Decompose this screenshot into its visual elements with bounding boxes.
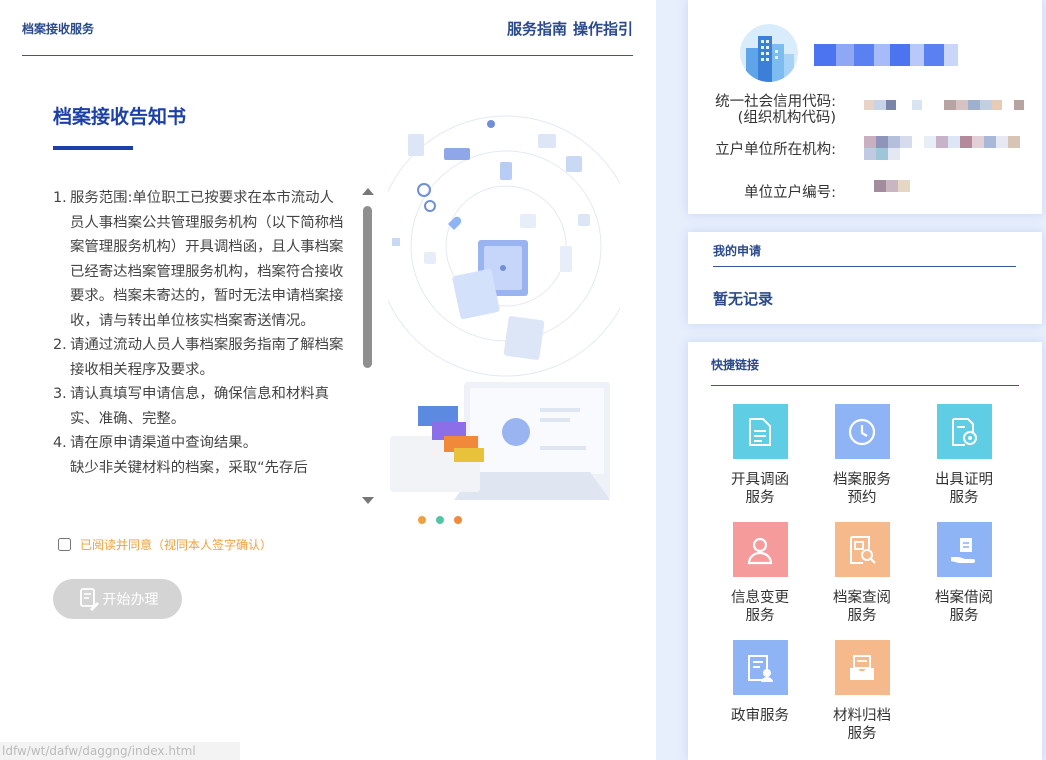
service-guide-link[interactable]: 服务指南 (507, 20, 567, 38)
quick-link-label: 档案借阅 服务 (935, 590, 993, 624)
quick-link-archive-query[interactable]: 档案查阅 服务 (814, 522, 910, 625)
quick-links-title: 快捷链接 (711, 358, 760, 372)
notice-extra-text: 缺少非关键材料的档案，采取“先存后 (70, 459, 308, 476)
notice-item-text: 请通过流动人员人事档案服务指南了解档案接收相关程序及要求。 (70, 337, 344, 378)
profile-card: 统一社会信用代码: (组织机构代码) 立户单位所在机构: 单位立户编号: (688, 0, 1042, 214)
divider (713, 266, 1016, 267)
quick-links-card: 快捷链接 开具调函 服务 档案服务 预约 出具证明 服务 信息变更 服务 档案查阅 服务 (688, 342, 1042, 760)
page-title: 档案接收服务 (22, 22, 95, 36)
quick-link-certificate[interactable]: 出具证明 服务 (916, 404, 1012, 507)
my-apply-card: 我的申请 暂无记录 (688, 232, 1042, 324)
scroll-down-arrow-icon[interactable] (362, 497, 374, 504)
review-icon (732, 640, 788, 695)
notice-item: 3. 请认真填写申请信息，确保信息和材料真实、准确、完整。 (53, 382, 346, 431)
quick-link-archive-borrow[interactable]: 档案借阅 服务 (916, 522, 1012, 625)
quick-link-label: 材料归档 服务 (833, 708, 891, 742)
quick-link-label: 出具证明 服务 (935, 472, 993, 506)
agree-label[interactable]: 已阅读并同意（视同本人签字确认） (80, 536, 272, 553)
redacted-unit-name (814, 44, 958, 66)
notice-item-number: 4. (53, 435, 67, 451)
unit-no-label: 单位立户编号: (744, 185, 836, 201)
notice-item-text: 请认真填写申请信息，确保信息和材料真实、准确、完整。 (70, 386, 330, 427)
archive-box-icon (834, 640, 890, 695)
notice-item: 1. 服务范围:单位职工已按要求在本市流动人员人事档案公共管理服务机构（以下简称… (53, 186, 346, 333)
agree-row: 已阅读并同意（视同本人签字确认） (58, 536, 272, 553)
no-record-text: 暂无记录 (713, 290, 774, 308)
main-panel: 档案接收服务 服务指南 操作指引 档案接收告知书 1. 服务范围:单位职工已按要求… (0, 0, 656, 760)
notice-item-number: 1. (53, 190, 67, 206)
notice-title: 档案接收告知书 (53, 106, 187, 128)
notice-item-text: 请在原申请渠道中查询结果。 (70, 435, 258, 451)
operation-guide-link[interactable]: 操作指引 (573, 20, 633, 38)
notice-text-box[interactable]: 1. 服务范围:单位职工已按要求在本市流动人员人事档案公共管理服务机构（以下简称… (53, 186, 346, 508)
credit-code-label: 统一社会信用代码: (组织机构代码) (715, 94, 836, 126)
archive-illustration (388, 115, 620, 524)
start-button-label: 开始办理 (102, 592, 159, 608)
status-url: ldfw/wt/dafw/daggng/index.html (0, 742, 240, 760)
quick-link-label: 开具调函 服务 (731, 472, 789, 506)
quick-link-label: 信息变更 服务 (731, 590, 789, 624)
quick-link-info-change[interactable]: 信息变更 服务 (712, 522, 808, 625)
scroll-up-arrow-icon[interactable] (362, 188, 374, 195)
notice-item-number: 2. (53, 337, 67, 353)
quick-link-archive-appointment[interactable]: 档案服务 预约 (814, 404, 910, 507)
agree-checkbox[interactable] (58, 538, 71, 551)
header-links: 服务指南 操作指引 (501, 18, 633, 39)
building-icon (740, 24, 798, 82)
notice-item: 2. 请通过流动人员人事档案服务指南了解档案接收相关程序及要求。 (53, 333, 346, 382)
certificate-icon (936, 404, 992, 459)
quick-link-material-archive[interactable]: 材料归档 服务 (814, 640, 910, 743)
divider (711, 385, 1019, 386)
my-apply-title: 我的申请 (713, 244, 762, 258)
user-icon (732, 522, 788, 577)
notice-item-text: 服务范围:单位职工已按要求在本市流动人员人事档案公共管理服务机构（以下简称档案管… (70, 190, 344, 329)
start-button[interactable]: 开始办理 (53, 579, 182, 619)
page-header: 档案接收服务 服务指南 操作指引 (22, 0, 633, 56)
title-underline (53, 146, 133, 150)
form-icon (79, 588, 99, 611)
redacted-credit-code (864, 100, 1024, 110)
quick-link-label: 政审服务 (731, 708, 789, 724)
redacted-unit-no (874, 180, 910, 192)
redacted-org (864, 136, 1024, 160)
file-search-icon (834, 522, 890, 577)
org-label: 立户单位所在机构: (715, 142, 836, 158)
document-icon (732, 404, 788, 459)
quick-link-transfer-letter[interactable]: 开具调函 服务 (712, 404, 808, 507)
notice-item: 4. 请在原申请渠道中查询结果。 (53, 431, 346, 456)
quick-link-label: 档案查阅 服务 (833, 590, 891, 624)
clock-icon (834, 404, 890, 459)
scroll-thumb[interactable] (363, 206, 372, 368)
notice-scrollbar[interactable] (361, 188, 375, 504)
quick-link-political-review[interactable]: 政审服务 (712, 640, 808, 725)
hand-file-icon (936, 522, 992, 577)
notice-item-number: 3. (53, 386, 67, 402)
quick-link-label: 档案服务 预约 (833, 472, 891, 506)
avatar (740, 24, 798, 82)
